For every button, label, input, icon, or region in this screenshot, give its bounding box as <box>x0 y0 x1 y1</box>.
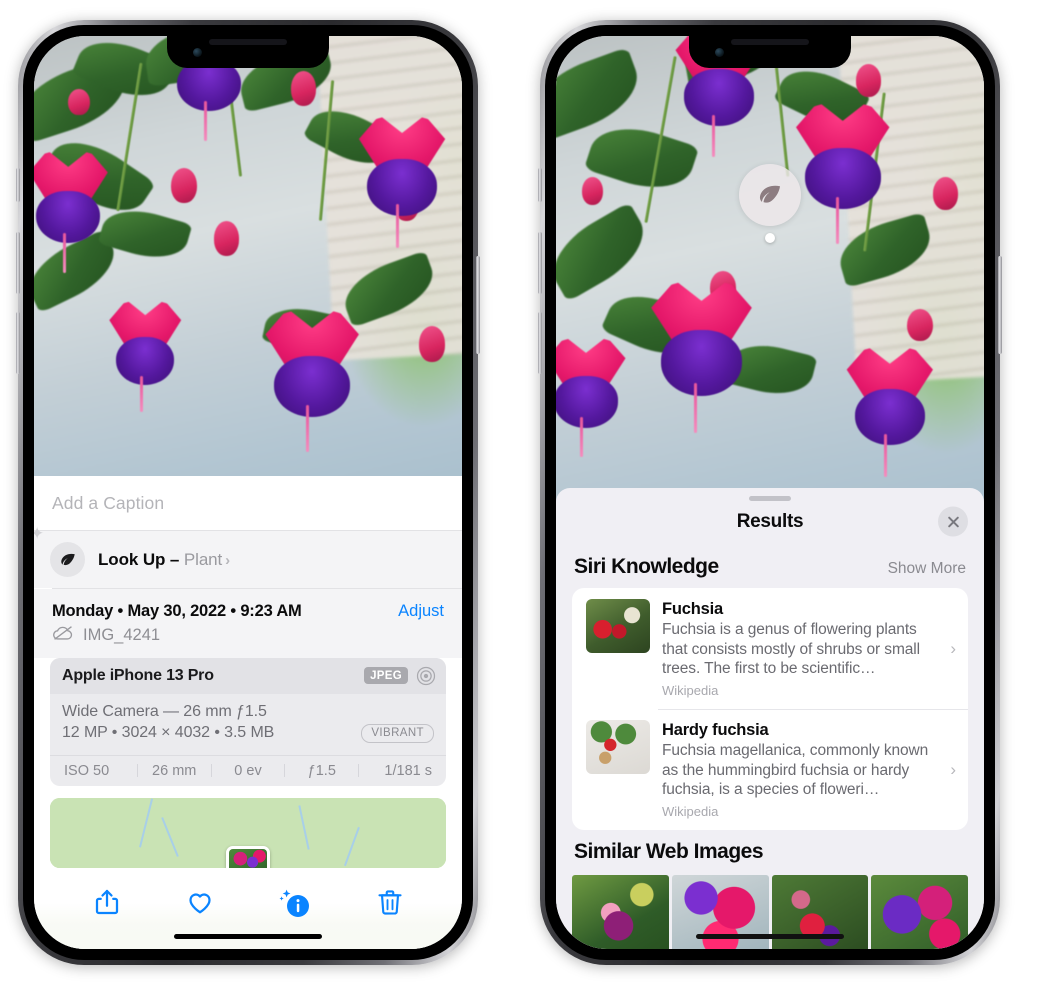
screenshot-stage: Add a Caption ✦ ✦ Look Up – Plant› <box>0 0 1055 985</box>
knowledge-card-source: Wikipedia <box>662 804 719 820</box>
sheet-header: Results <box>556 501 984 545</box>
look-up-prefix: Look Up – <box>98 549 184 569</box>
knowledge-card-description: Fuchsia is a genus of flowering plants t… <box>662 621 920 678</box>
format-badge: JPEG <box>364 667 408 684</box>
home-indicator[interactable] <box>174 934 322 939</box>
camera-specs-line: 12 MP • 3024 × 4032 • 3.5 MB <box>62 724 275 741</box>
phone-right: Results Siri Knowledge Show More Fuchsia… <box>538 20 1002 965</box>
camera-card-body: Wide Camera — 26 mm ƒ1.5 12 MP • 3024 × … <box>50 694 446 755</box>
lens-icon <box>416 666 436 686</box>
adjust-button[interactable]: Adjust <box>398 602 444 621</box>
section-title: Similar Web Images <box>574 840 764 864</box>
camera-card-header: Apple iPhone 13 Pro JPEG <box>50 657 446 694</box>
knowledge-card-thumbnail <box>586 599 650 653</box>
photo-viewer-right[interactable] <box>556 36 984 506</box>
front-camera-icon <box>715 48 724 57</box>
knowledge-card[interactable]: Fuchsia Fuchsia is a genus of flowering … <box>572 588 968 709</box>
front-camera-icon <box>193 48 202 57</box>
map-photo-pin[interactable] <box>226 845 270 868</box>
photo-info-panel: Add a Caption ✦ ✦ Look Up – Plant› <box>34 476 462 949</box>
look-up-label: Look Up – Plant › <box>98 550 230 570</box>
exif-row: ISO 50 26 mm 0 ev ƒ1.5 1/181 s <box>50 754 446 786</box>
silent-switch[interactable] <box>538 168 542 202</box>
exif-focal: 26 mm <box>152 762 197 779</box>
volume-down-button[interactable] <box>538 312 542 374</box>
location-map[interactable] <box>50 797 446 868</box>
camera-lens-line: Wide Camera — 26 mm ƒ1.5 <box>62 702 267 720</box>
silent-switch[interactable] <box>16 168 20 202</box>
power-button[interactable] <box>998 256 1002 354</box>
sheet-title: Results <box>736 511 804 532</box>
cloud-off-icon <box>52 625 74 646</box>
home-indicator[interactable] <box>696 934 844 939</box>
show-more-button[interactable]: Show More <box>888 560 966 578</box>
knowledge-card-description: Fuchsia magellanica, commonly known as t… <box>662 742 929 799</box>
trash-icon[interactable] <box>375 887 405 917</box>
knowledge-card-source: Wikipedia <box>662 683 719 699</box>
chevron-right-icon: › <box>225 551 231 569</box>
exif-ev: 0 ev <box>234 762 262 779</box>
power-button[interactable] <box>476 256 480 354</box>
knowledge-card-title: Fuchsia <box>662 600 723 618</box>
visual-lookup-leaf-badge[interactable] <box>739 164 801 243</box>
phone-right-bezel: Results Siri Knowledge Show More Fuchsia… <box>545 25 995 960</box>
similar-web-images-header: Similar Web Images <box>556 830 984 873</box>
sparkle-icon: ✦ <box>34 524 45 543</box>
web-image-thumbnail[interactable] <box>572 875 669 949</box>
knowledge-card[interactable]: Hardy fuchsia Fuchsia magellanica, commo… <box>572 709 968 830</box>
siri-knowledge-cards: Fuchsia Fuchsia is a genus of flowering … <box>572 588 968 831</box>
file-name: IMG_4241 <box>83 625 161 644</box>
results-sheet: Results Siri Knowledge Show More Fuchsia… <box>556 488 984 949</box>
phone-right-screen: Results Siri Knowledge Show More Fuchsia… <box>556 36 984 949</box>
knowledge-card-title: Hardy fuchsia <box>662 721 769 740</box>
phone-left: Add a Caption ✦ ✦ Look Up – Plant› <box>16 20 480 965</box>
volume-up-button[interactable] <box>16 232 20 294</box>
camera-specs-row: 12 MP • 3024 × 4032 • 3.5 MB VIBRANT <box>62 723 434 743</box>
knowledge-card-thumbnail <box>586 720 650 775</box>
photo-viewer-left[interactable] <box>34 36 462 476</box>
close-icon[interactable] <box>938 506 968 537</box>
look-up-subject: Plant <box>183 549 223 569</box>
phone-left-screen: Add a Caption ✦ ✦ Look Up – Plant› <box>34 36 462 949</box>
volume-up-button[interactable] <box>538 232 542 294</box>
file-row: IMG_4241 <box>34 622 462 658</box>
heart-icon[interactable] <box>185 887 215 917</box>
style-badge: VIBRANT <box>361 723 434 743</box>
share-icon[interactable] <box>92 887 122 917</box>
section-title: Siri Knowledge <box>574 555 719 578</box>
earpiece-speaker <box>209 39 287 45</box>
map-pin-thumbnail <box>229 848 267 868</box>
camera-info-card[interactable]: Apple iPhone 13 Pro JPEG Wide Camera — 2… <box>50 657 446 786</box>
chevron-right-icon: › <box>950 759 956 779</box>
look-up-row[interactable]: ✦ ✦ Look Up – Plant› <box>34 524 462 588</box>
siri-knowledge-header: Siri Knowledge Show More <box>556 545 984 588</box>
chevron-right-icon: › <box>950 638 956 658</box>
earpiece-speaker <box>731 39 809 45</box>
caption-input[interactable]: Add a Caption <box>34 476 462 530</box>
phone-left-bezel: Add a Caption ✦ ✦ Look Up – Plant› <box>23 25 473 960</box>
web-image-thumbnail[interactable] <box>871 875 968 949</box>
info-sparkle-icon[interactable] <box>278 885 312 919</box>
exif-aperture: ƒ1.5 <box>307 762 336 779</box>
lookup-anchor-dot <box>765 233 775 243</box>
leaf-icon <box>50 542 85 577</box>
exif-iso: ISO 50 <box>64 762 110 779</box>
exif-shutter: 1/181 s <box>384 762 432 779</box>
date-row: Monday • May 30, 2022 • 9:23 AM Adjust <box>34 588 462 623</box>
camera-model: Apple iPhone 13 Pro <box>62 666 214 684</box>
volume-down-button[interactable] <box>16 312 20 374</box>
photo-date: Monday • May 30, 2022 • 9:23 AM <box>52 601 302 620</box>
